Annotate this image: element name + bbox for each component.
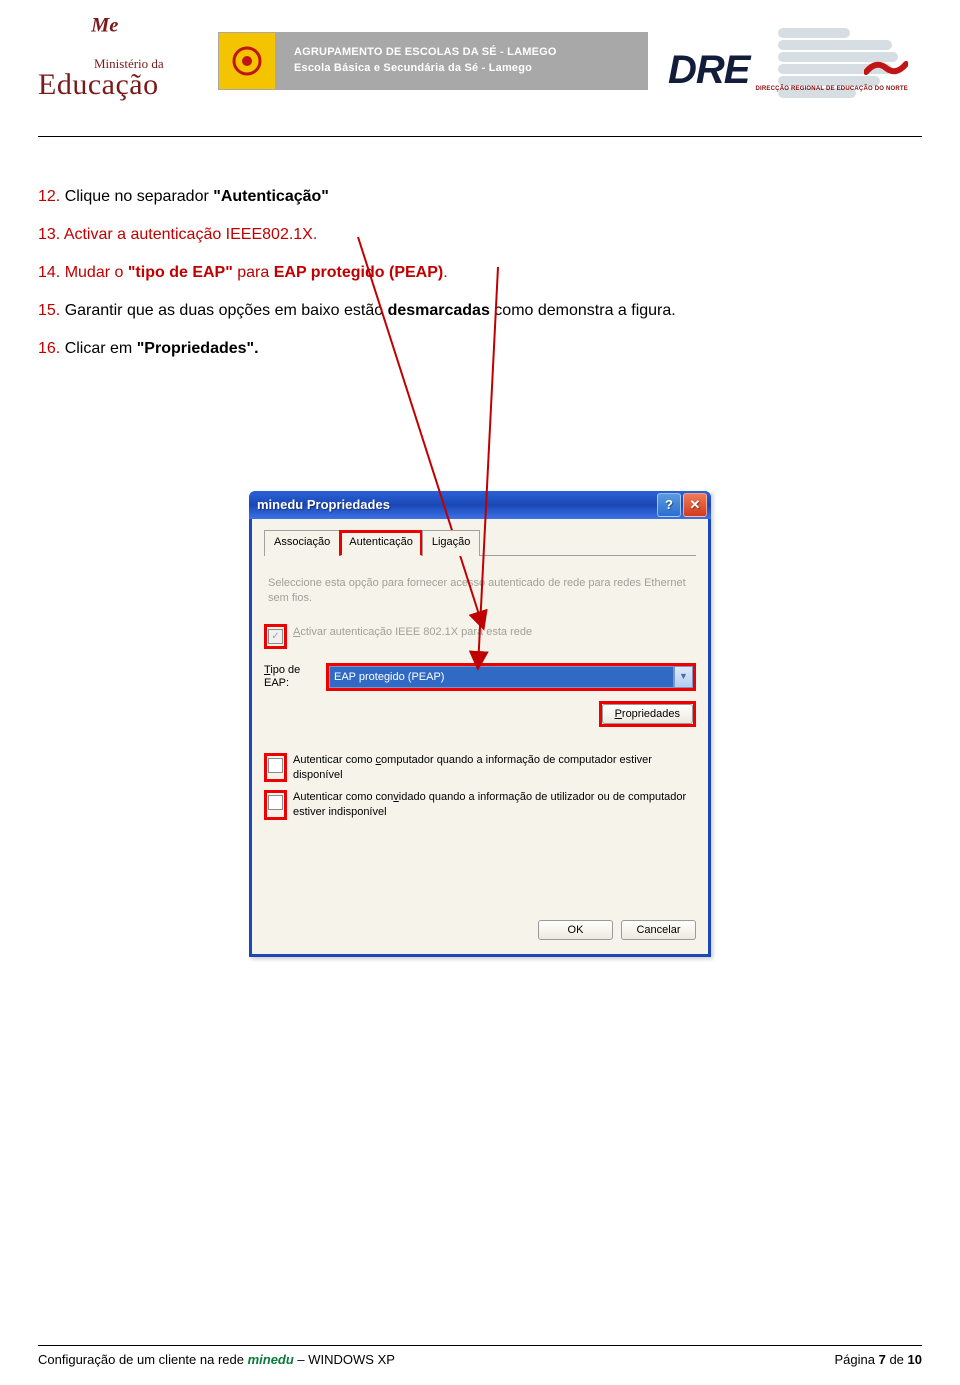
properties-button-highlight: PPropriedadesropriedades xyxy=(599,701,696,727)
cancel-button[interactable]: Cancelar xyxy=(621,920,696,940)
chk-guest-highlight xyxy=(264,790,287,820)
logo-mp-icon: ᴹᵉ xyxy=(90,12,118,50)
banner-line2: Escola Básica e Secundária da Sé - Lameg… xyxy=(294,61,557,77)
chk-computer-label: Autenticar como computador quando a info… xyxy=(293,753,696,783)
school-banner: AGRUPAMENTO DE ESCOLAS DA SÉ - LAMEGO Es… xyxy=(218,32,648,90)
dialog-bottom-buttons: OK Cancelar xyxy=(264,920,696,940)
chk-guest-checkbox[interactable] xyxy=(268,795,283,810)
close-button[interactable]: ✕ xyxy=(683,493,707,517)
dren-text: DRE xyxy=(668,48,749,93)
properties-button-row: PPropriedadesropriedades xyxy=(264,701,696,727)
chk-guest-label: Autenticar como convidado quando a infor… xyxy=(293,790,696,820)
dialog-title: minedu Propriedades xyxy=(257,495,655,515)
dren-tilde-icon xyxy=(864,56,908,80)
eap-dropdown-arrow-icon[interactable]: ▼ xyxy=(674,666,693,688)
dren-logo: DRE DIRECÇÃO REGIONAL DE EDUCAÇÃO DO NOR… xyxy=(668,28,908,118)
properties-button[interactable]: PPropriedadesropriedades xyxy=(602,704,693,724)
instruction-12: 12. Clique no separador "Autenticação" xyxy=(38,185,922,209)
chk-8021x-row: ✓ AActivar autenticação IEEE 802.1X para… xyxy=(264,624,696,649)
banner-text: AGRUPAMENTO DE ESCOLAS DA SÉ - LAMEGO Es… xyxy=(276,45,557,77)
ministerio-educacao-logo: ᴹᵉ Ministério da Educação xyxy=(38,14,198,114)
help-button[interactable]: ? xyxy=(657,493,681,517)
xp-properties-dialog: minedu Propriedades ? ✕ Associação Auten… xyxy=(249,491,711,957)
eap-select-highlight: EAP protegido (PEAP) ▼ xyxy=(326,663,696,691)
page-header: ᴹᵉ Ministério da Educação AGRUPAMENTO DE… xyxy=(38,14,922,118)
eap-type-label: Tipo de EAP: xyxy=(264,664,314,690)
document-page: ᴹᵉ Ministério da Educação AGRUPAMENTO DE… xyxy=(0,0,960,1385)
logo-ministerio-main: Educação xyxy=(38,68,159,102)
footer-right: Página 7 de 10 xyxy=(835,1352,922,1367)
instruction-15: 15. Garantir que as duas opções em baixo… xyxy=(38,299,922,323)
chk-8021x-highlight: ✓ xyxy=(264,624,287,649)
banner-square-icon xyxy=(219,33,275,89)
page-footer: Configuração de um cliente na rede mined… xyxy=(38,1345,922,1367)
eap-type-row: Tipo de EAP: EAP protegido (PEAP) ▼ xyxy=(264,663,696,691)
instruction-14: 14. Mudar o "tipo de EAP" para EAP prote… xyxy=(38,261,922,285)
dialog-titlebar[interactable]: minedu Propriedades ? ✕ xyxy=(249,491,711,519)
instructions-block: 12. Clique no separador "Autenticação" 1… xyxy=(38,137,922,957)
footer-divider xyxy=(38,1345,922,1346)
banner-line1: AGRUPAMENTO DE ESCOLAS DA SÉ - LAMEGO xyxy=(294,45,557,61)
eap-type-select[interactable]: EAP protegido (PEAP) xyxy=(329,666,674,688)
chk-computer-highlight xyxy=(264,753,287,783)
chk-8021x-checkbox[interactable]: ✓ xyxy=(268,629,283,644)
chk-8021x-label: AActivar autenticação IEEE 802.1X para e… xyxy=(293,624,532,641)
dialog-body: Associação Autenticação Ligação Seleccio… xyxy=(249,519,711,957)
footer-left: Configuração de um cliente na rede mined… xyxy=(38,1352,395,1367)
ok-button[interactable]: OK xyxy=(538,920,613,940)
dialog-hint-text: Seleccione esta opção para fornecer aces… xyxy=(268,576,692,607)
tab-ligacao[interactable]: Ligação xyxy=(422,530,481,556)
tabs-row: Associação Autenticação Ligação xyxy=(264,529,696,556)
chk-computer-checkbox[interactable] xyxy=(268,758,283,773)
tab-associacao[interactable]: Associação xyxy=(264,530,340,556)
dren-subtitle: DIRECÇÃO REGIONAL DE EDUCAÇÃO DO NORTE xyxy=(756,86,909,92)
chk-computer-row: Autenticar como computador quando a info… xyxy=(264,753,696,783)
instruction-16: 16. Clicar em "Propriedades". xyxy=(38,337,922,361)
tab-autenticacao[interactable]: Autenticação xyxy=(339,530,423,556)
chk-guest-row: Autenticar como convidado quando a infor… xyxy=(264,790,696,820)
instruction-13: 13. Activar a autenticação IEEE802.1X. xyxy=(38,223,922,247)
